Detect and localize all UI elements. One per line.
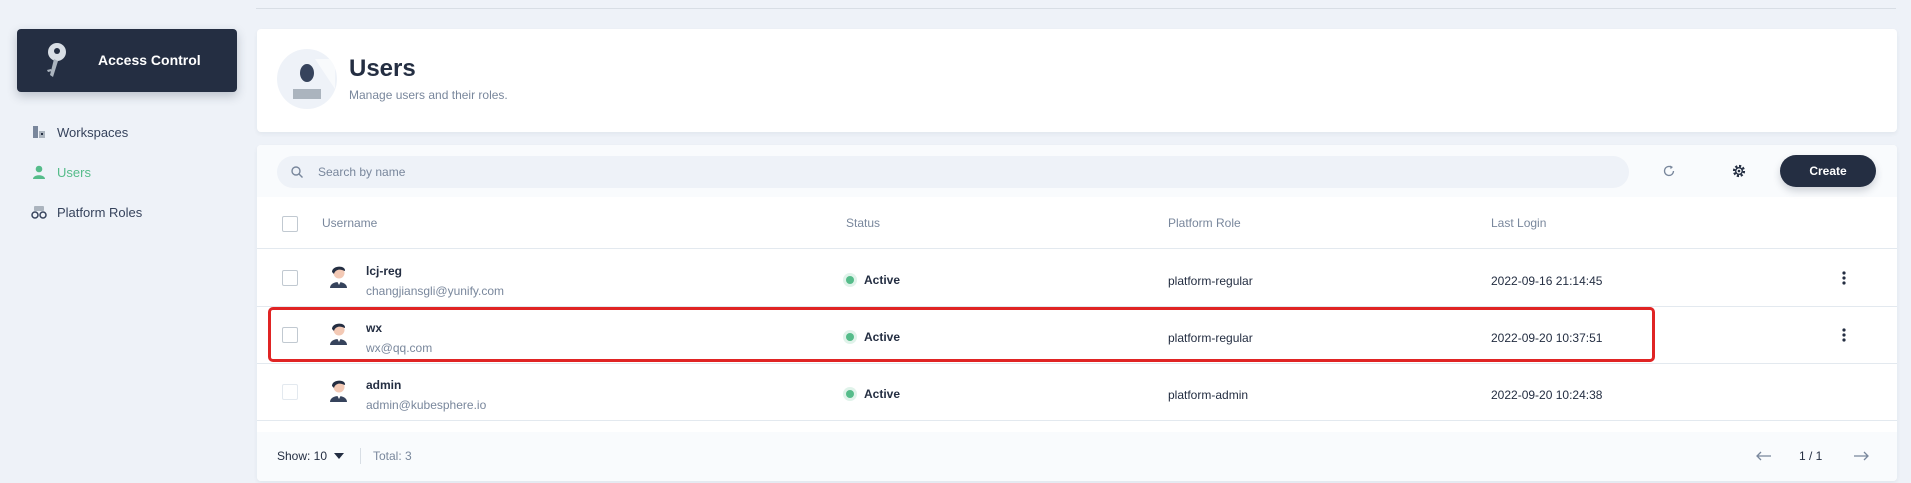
table-row[interactable]: lcj-reg changjiansgli@yunify.com Active … <box>257 250 1897 307</box>
page-description: Manage users and their roles. <box>349 88 508 102</box>
roles-icon <box>30 203 48 221</box>
search-icon <box>291 166 303 178</box>
row-email: wx@qq.com <box>366 341 433 355</box>
table-header: Username Status Platform Role Last Login <box>257 197 1897 249</box>
row-checkbox[interactable] <box>282 270 298 286</box>
row-more-button[interactable] <box>1834 325 1854 345</box>
sidebar-item-users[interactable]: Users <box>17 152 237 192</box>
sidebar-item-platform-roles[interactable]: Platform Roles <box>17 192 237 232</box>
page-title: Users <box>349 55 416 82</box>
search-bar[interactable] <box>277 156 1629 188</box>
refresh-button[interactable] <box>1657 159 1681 183</box>
row-last-login: 2022-09-20 10:37:51 <box>1491 331 1603 345</box>
more-vertical-icon <box>1842 328 1846 342</box>
page-size-label: Show: 10 <box>277 449 328 463</box>
user-avatar-icon <box>330 266 347 288</box>
settings-button[interactable] <box>1727 159 1751 183</box>
sidebar-item-label: Workspaces <box>57 124 129 140</box>
users-header-icon <box>277 49 337 109</box>
users-table-card: Create Username Status Platform Role Las… <box>257 145 1897 481</box>
row-platform-role: platform-regular <box>1168 331 1253 345</box>
row-more-button[interactable] <box>1834 268 1854 288</box>
select-all-checkbox[interactable] <box>282 216 298 232</box>
total-count: Total: 3 <box>373 449 412 463</box>
sidebar-item-workspaces[interactable]: Workspaces <box>17 112 237 152</box>
status-dot <box>846 390 854 398</box>
table-toolbar: Create <box>257 145 1897 197</box>
status-text: Active <box>864 273 901 287</box>
workspace-icon <box>30 123 48 141</box>
row-username[interactable]: wx <box>366 321 382 335</box>
more-vertical-icon <box>1842 271 1846 285</box>
footer-divider <box>360 448 361 464</box>
gear-icon <box>1732 164 1746 178</box>
status-badge: Active <box>846 273 900 287</box>
user-icon <box>30 163 48 181</box>
table-row[interactable]: wx wx@qq.com Active platform-regular 202… <box>257 307 1897 364</box>
search-input[interactable] <box>318 156 1598 188</box>
sidebar-item-label: Users <box>57 164 91 180</box>
column-platform-role: Platform Role <box>1168 216 1241 230</box>
prev-page-button[interactable] <box>1753 446 1775 466</box>
table-footer: Show: 10 Total: 3 1 / 1 <box>257 432 1897 481</box>
user-avatar-icon <box>330 380 347 402</box>
caret-down-icon <box>334 453 345 459</box>
row-platform-role: platform-admin <box>1168 388 1249 402</box>
sidebar-nav: Workspaces Users Platform Roles <box>17 112 237 232</box>
refresh-icon <box>1663 165 1675 177</box>
arrow-left-icon <box>1756 451 1771 461</box>
top-divider <box>256 8 1896 9</box>
status-badge: Active <box>846 330 900 344</box>
status-text: Active <box>864 330 901 344</box>
user-avatar-icon <box>330 323 347 345</box>
status-dot <box>846 276 854 284</box>
sidebar-item-label: Platform Roles <box>57 204 143 220</box>
column-username: Username <box>322 216 378 230</box>
key-icon <box>47 43 66 77</box>
status-text: Active <box>864 387 901 401</box>
create-button[interactable]: Create <box>1780 155 1876 187</box>
row-last-login: 2022-09-20 10:24:38 <box>1491 388 1603 402</box>
status-dot <box>846 333 854 341</box>
table-row[interactable]: admin admin@kubesphere.io Active platfor… <box>257 364 1897 421</box>
column-status: Status <box>846 216 881 230</box>
page-size-select[interactable]: Show: 10 <box>277 449 345 463</box>
row-username[interactable]: lcj-reg <box>366 264 402 278</box>
arrow-right-icon <box>1854 451 1869 461</box>
row-email: admin@kubesphere.io <box>366 398 487 412</box>
page-indicator: 1 / 1 <box>1799 449 1823 463</box>
row-last-login: 2022-09-16 21:14:45 <box>1491 274 1603 288</box>
next-page-button[interactable] <box>1850 446 1872 466</box>
row-checkbox[interactable] <box>282 327 298 343</box>
row-platform-role: platform-regular <box>1168 274 1253 288</box>
row-email: changjiansgli@yunify.com <box>366 284 505 298</box>
page-header: Users Manage users and their roles. <box>257 29 1897 132</box>
column-last-login: Last Login <box>1491 216 1547 230</box>
status-badge: Active <box>846 387 900 401</box>
row-checkbox-disabled <box>282 384 298 400</box>
row-username[interactable]: admin <box>366 378 401 392</box>
brand-title: Access Control <box>98 52 201 68</box>
sidebar-brand: Access Control <box>17 29 237 92</box>
